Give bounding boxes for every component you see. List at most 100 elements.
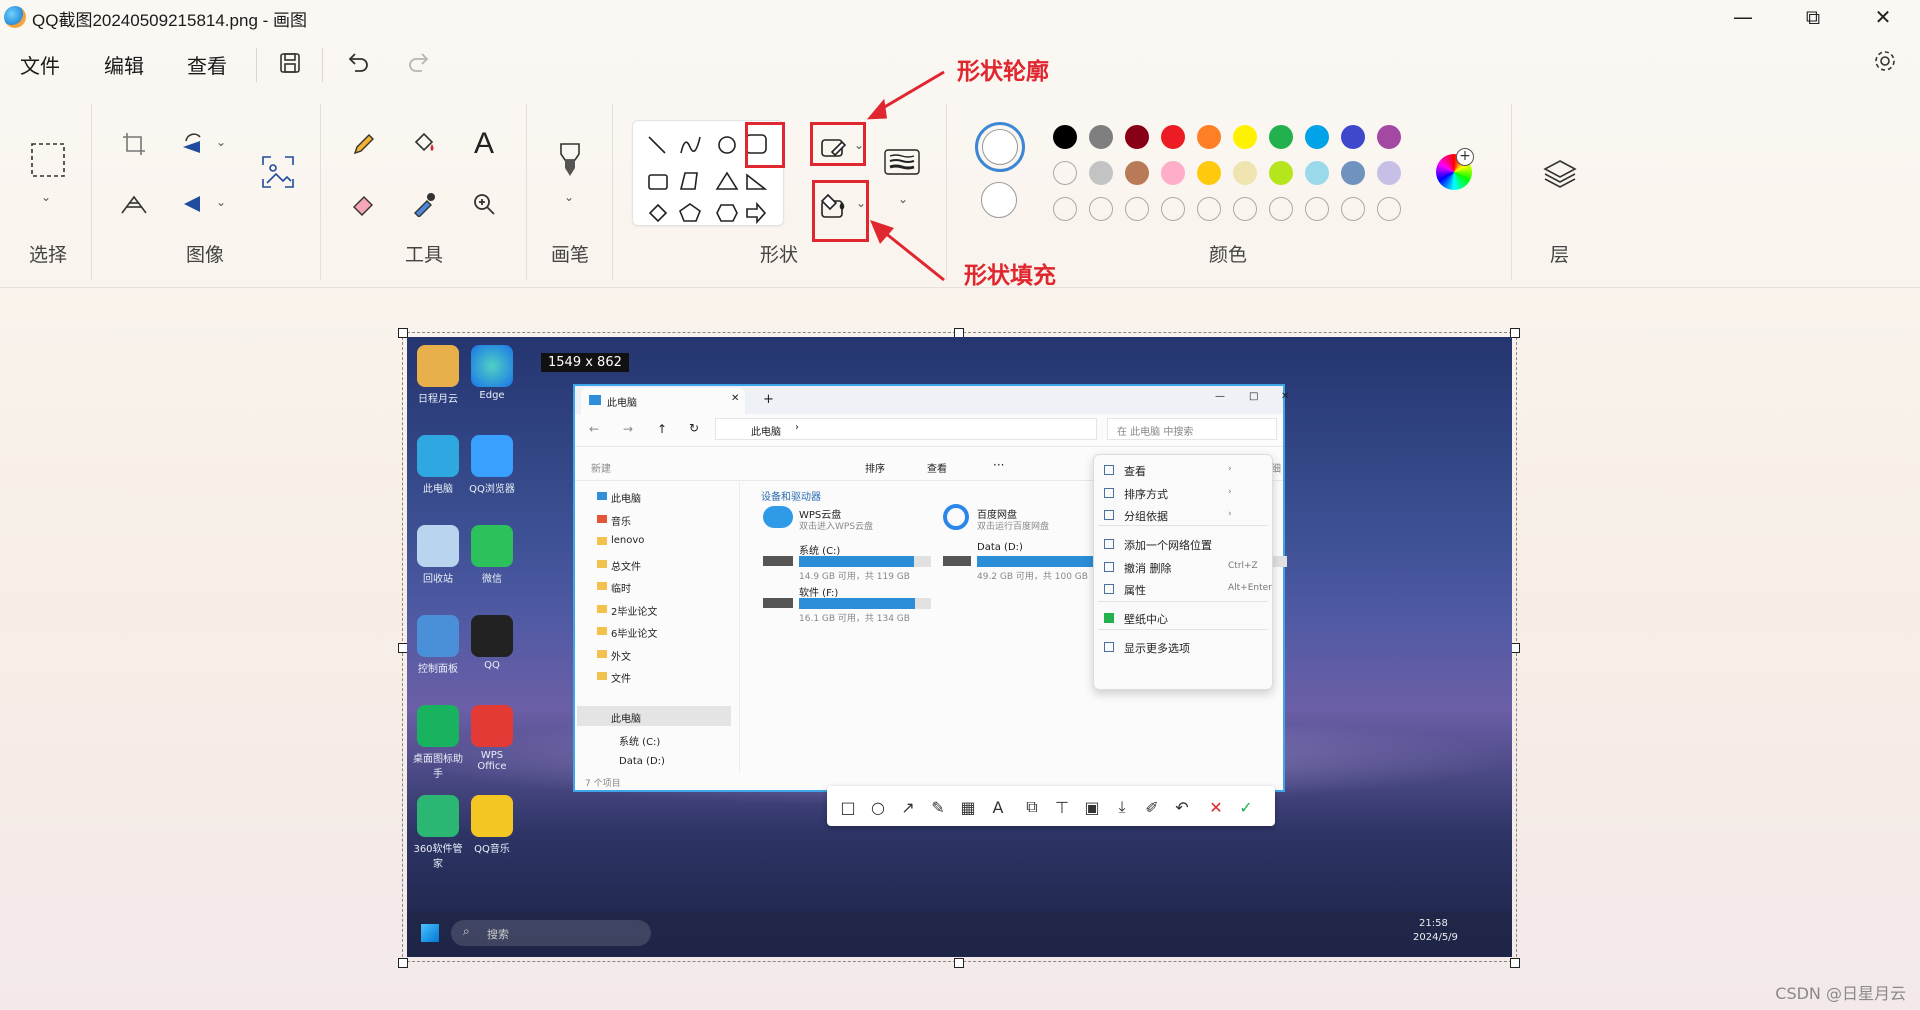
- tab-add-icon[interactable]: +: [763, 392, 774, 407]
- color-swatch[interactable]: [1233, 161, 1257, 185]
- menu-file[interactable]: 文件: [20, 50, 60, 79]
- text-tool-icon[interactable]: A: [985, 794, 1011, 820]
- desktop-icon[interactable]: QQ音乐: [467, 795, 517, 855]
- color-swatch[interactable]: [1269, 197, 1293, 221]
- nav-item[interactable]: lenovo: [611, 535, 644, 546]
- layers-icon[interactable]: [1540, 154, 1580, 194]
- color-swatch[interactable]: [1269, 125, 1293, 149]
- color-swatch[interactable]: [1269, 161, 1293, 185]
- color-swatch[interactable]: [1233, 125, 1257, 149]
- desktop-icon[interactable]: 回收站: [413, 525, 463, 585]
- magnifier-icon[interactable]: [464, 184, 504, 224]
- context-menu-item[interactable]: 属性: [1124, 582, 1146, 598]
- context-menu-item[interactable]: 查看: [1124, 463, 1146, 479]
- nav-item[interactable]: 文件: [611, 670, 631, 685]
- image-select-icon[interactable]: [258, 152, 298, 192]
- edit-icon[interactable]: ✐: [1139, 794, 1165, 820]
- context-menu-item[interactable]: 添加一个网络位置: [1124, 537, 1212, 553]
- color-swatch[interactable]: [1197, 125, 1221, 149]
- color-swatch[interactable]: [1341, 197, 1365, 221]
- rotate-icon[interactable]: [174, 124, 214, 164]
- pen-tool-icon[interactable]: ✎: [925, 794, 951, 820]
- drive-name[interactable]: 软件 (F:): [799, 584, 838, 599]
- chevron-down-icon[interactable]: ⌄: [41, 190, 51, 204]
- redo-icon[interactable]: [402, 46, 436, 80]
- desktop-icon[interactable]: 此电脑: [413, 435, 463, 495]
- minimize-button[interactable]: —: [1708, 0, 1778, 34]
- chevron-down-icon[interactable]: ⌄: [216, 135, 226, 149]
- primary-color[interactable]: [975, 122, 1025, 172]
- color-swatch[interactable]: [1341, 125, 1365, 149]
- ellipse-tool-icon[interactable]: ○: [865, 794, 891, 820]
- desktop-icon[interactable]: 日程月云: [413, 345, 463, 405]
- desktop-icon[interactable]: 桌面图标助手: [413, 705, 463, 780]
- nav-item[interactable]: 临时: [611, 580, 631, 595]
- drive-name[interactable]: 系统 (C:): [799, 542, 840, 557]
- resize-handle[interactable]: [398, 958, 408, 968]
- color-swatch[interactable]: [1089, 197, 1113, 221]
- color-swatch[interactable]: [1377, 125, 1401, 149]
- color-swatch[interactable]: [1125, 161, 1149, 185]
- canvas-image[interactable]: 日程月云 Edge 此电脑 QQ浏览器 回收站 微信 控制面板 QQ 桌面图标助…: [407, 337, 1512, 957]
- maximize-button[interactable]: ⧉: [1778, 0, 1848, 34]
- color-swatch[interactable]: [1053, 197, 1077, 221]
- desktop-icon[interactable]: 微信: [467, 525, 517, 585]
- menu-view[interactable]: 查看: [187, 50, 227, 79]
- menu-edit[interactable]: 编辑: [104, 50, 144, 79]
- color-swatch[interactable]: [1125, 197, 1149, 221]
- back-icon[interactable]: ←: [589, 422, 599, 436]
- flip-icon[interactable]: [174, 184, 214, 224]
- color-swatch[interactable]: [1233, 197, 1257, 221]
- save-icon[interactable]: [273, 46, 307, 80]
- settings-gear-icon[interactable]: [1868, 44, 1902, 78]
- color-swatch[interactable]: [1161, 197, 1185, 221]
- start-icon[interactable]: [421, 924, 439, 942]
- color-swatch[interactable]: [1053, 125, 1077, 149]
- context-menu-item[interactable]: 壁纸中心: [1124, 611, 1168, 627]
- pin-icon[interactable]: ⧉: [1019, 794, 1045, 820]
- explorer-close[interactable]: ✕: [1281, 391, 1289, 402]
- color-swatch[interactable]: [1161, 125, 1185, 149]
- rect-tool-icon[interactable]: □: [835, 794, 861, 820]
- color-swatch[interactable]: [1161, 161, 1185, 185]
- view-button[interactable]: 查看: [927, 460, 947, 475]
- color-swatch[interactable]: [1197, 197, 1221, 221]
- context-menu-item[interactable]: 分组依据: [1124, 508, 1168, 524]
- resize-handle[interactable]: [1510, 958, 1520, 968]
- color-swatch[interactable]: [1305, 161, 1329, 185]
- color-swatch[interactable]: [1125, 125, 1149, 149]
- taskbar-search[interactable]: [451, 920, 651, 946]
- desktop-icon[interactable]: QQ浏览器: [467, 435, 517, 495]
- undo-icon[interactable]: ↶: [1169, 794, 1195, 820]
- brush-icon[interactable]: [550, 140, 590, 180]
- context-menu-item[interactable]: 撤消 删除: [1124, 560, 1172, 576]
- close-button[interactable]: ✕: [1848, 0, 1918, 34]
- download-icon[interactable]: ⤓: [1109, 794, 1135, 820]
- color-swatch[interactable]: [1377, 197, 1401, 221]
- pencil-icon[interactable]: [344, 124, 384, 164]
- desktop-icon[interactable]: WPS Office: [467, 705, 517, 772]
- resize-icon[interactable]: [114, 184, 154, 224]
- color-swatch[interactable]: [1377, 161, 1401, 185]
- color-picker-icon[interactable]: [404, 184, 444, 224]
- explorer-tab[interactable]: [581, 388, 745, 414]
- desktop-icon[interactable]: Edge: [467, 345, 517, 401]
- nav-item[interactable]: 6毕业论文: [611, 625, 657, 640]
- tree-drive-c[interactable]: 系统 (C:): [619, 733, 660, 748]
- text-tool-icon[interactable]: A: [464, 124, 504, 164]
- context-menu-item[interactable]: 显示更多选项: [1124, 640, 1190, 656]
- color-swatch[interactable]: [1341, 161, 1365, 185]
- translate-icon[interactable]: ▣: [1079, 794, 1105, 820]
- desktop-icon[interactable]: 控制面板: [413, 615, 463, 675]
- eraser-icon[interactable]: [344, 184, 384, 224]
- color-swatch[interactable]: [1305, 197, 1329, 221]
- explorer-maximize[interactable]: □: [1249, 391, 1258, 402]
- resize-handle[interactable]: [954, 958, 964, 968]
- color-swatch[interactable]: [1197, 161, 1221, 185]
- nav-item[interactable]: 外文: [611, 648, 631, 663]
- selection-rect-icon[interactable]: [28, 140, 68, 180]
- sort-button[interactable]: 排序: [865, 460, 885, 475]
- up-icon[interactable]: ↑: [657, 422, 667, 436]
- nav-item[interactable]: 2毕业论文: [611, 603, 657, 618]
- more-button[interactable]: ···: [993, 458, 1004, 472]
